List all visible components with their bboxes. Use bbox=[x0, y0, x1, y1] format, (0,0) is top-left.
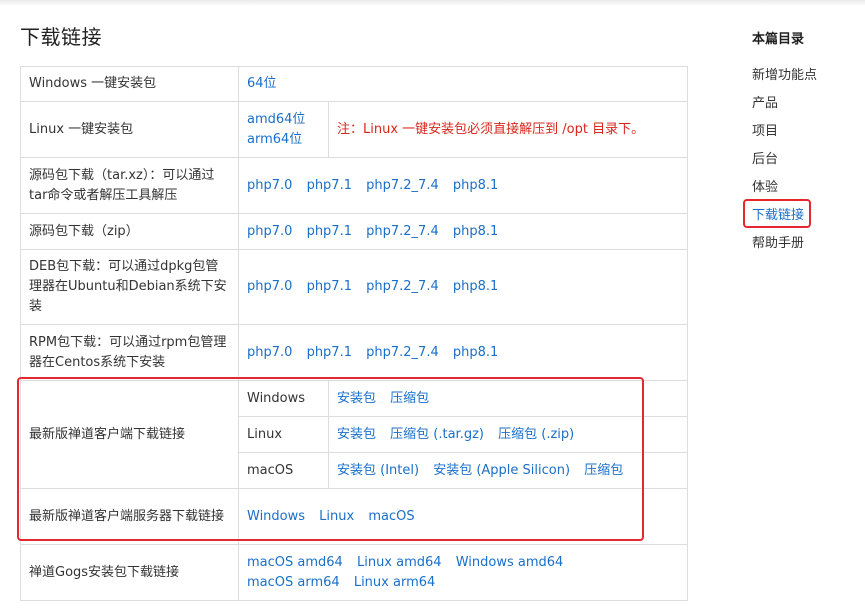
gogs-linux-arm64-link[interactable]: Linux arm64 bbox=[354, 575, 435, 590]
table-row: Windows 一键安装包 64位 bbox=[20, 66, 688, 102]
client-macos-intel-link[interactable]: 安装包 (Intel) bbox=[337, 463, 419, 478]
source-zip-php70-link[interactable]: php7.0 bbox=[247, 224, 292, 239]
download-table: Windows 一键安装包 64位 Linux 一键安装包 amd64位 arm… bbox=[20, 66, 688, 601]
table-row: 最新版禅道客户端下载链接 Windows 安装包 压缩包 bbox=[20, 380, 688, 489]
link-cell: 安装包 (Intel) 安装包 (Apple Silicon) 压缩包 bbox=[328, 452, 688, 489]
row-label: 源码包下载（tar.xz）：可以通过tar命令或者解压工具解压 bbox=[20, 157, 239, 214]
row-label: 最新版禅道客户端服务器下载链接 bbox=[20, 488, 239, 545]
client-server-windows-link[interactable]: Windows bbox=[247, 509, 305, 524]
deb-php72-74-link[interactable]: php7.2_7.4 bbox=[366, 279, 439, 294]
toc-item-product[interactable]: 产品 bbox=[744, 90, 859, 118]
table-row: 源码包下载（zip） php7.0 php7.1 php7.2_7.4 php8… bbox=[20, 213, 688, 250]
toc-title: 本篇目录 bbox=[752, 32, 805, 47]
client-server-macos-link[interactable]: macOS bbox=[368, 509, 414, 524]
row-label: 源码包下载（zip） bbox=[20, 213, 239, 250]
rpm-php81-link[interactable]: php8.1 bbox=[453, 345, 498, 360]
gogs-macos-amd64-link[interactable]: macOS amd64 bbox=[247, 555, 343, 570]
toc-item-new-features[interactable]: 新增功能点 bbox=[744, 62, 859, 90]
client-linux-installer-link[interactable]: 安装包 bbox=[337, 427, 376, 442]
linux-install-note: 注：Linux 一键安装包必须直接解压到 /opt 目录下。 bbox=[328, 101, 688, 158]
toc-item-help-manual[interactable]: 帮助手册 bbox=[744, 230, 859, 258]
source-tar-php72-74-link[interactable]: php7.2_7.4 bbox=[366, 178, 439, 193]
deb-php71-link[interactable]: php7.1 bbox=[307, 279, 352, 294]
toc-item-admin[interactable]: 后台 bbox=[744, 146, 859, 174]
deb-php70-link[interactable]: php7.0 bbox=[247, 279, 292, 294]
client-server-linux-link[interactable]: Linux bbox=[319, 509, 354, 524]
toc-item-download-links[interactable]: 下载链接 bbox=[744, 202, 859, 230]
link-cell: amd64位 arm64位 bbox=[238, 101, 329, 158]
platform-label: Linux bbox=[238, 416, 329, 453]
client-windows-installer-link[interactable]: 安装包 bbox=[337, 391, 376, 406]
table-row: 源码包下载（tar.xz）：可以通过tar命令或者解压工具解压 php7.0 p… bbox=[20, 157, 688, 214]
table-row: 最新版禅道客户端服务器下载链接 Windows Linux macOS bbox=[20, 488, 688, 545]
toc-item-experience[interactable]: 体验 bbox=[744, 174, 859, 202]
platform-label: Windows bbox=[238, 380, 329, 417]
table-row: 禅道Gogs安装包下载链接 macOS amd64 Linux amd64 Wi… bbox=[20, 544, 688, 601]
rpm-php72-74-link[interactable]: php7.2_7.4 bbox=[366, 345, 439, 360]
client-macos-archive-link[interactable]: 压缩包 bbox=[584, 463, 623, 478]
link-cell: 64位 bbox=[238, 66, 688, 102]
row-label: Windows 一键安装包 bbox=[20, 66, 239, 102]
deb-php81-link[interactable]: php8.1 bbox=[453, 279, 498, 294]
link-cell: php7.0 php7.1 php7.2_7.4 php8.1 bbox=[238, 249, 688, 325]
row-label: Linux 一键安装包 bbox=[20, 101, 239, 158]
source-tar-php71-link[interactable]: php7.1 bbox=[307, 178, 352, 193]
row-label: 最新版禅道客户端下载链接 bbox=[20, 380, 239, 489]
source-zip-php72-74-link[interactable]: php7.2_7.4 bbox=[366, 224, 439, 239]
windows-64-link[interactable]: 64位 bbox=[247, 76, 277, 91]
row-label: 禅道Gogs安装包下载链接 bbox=[20, 544, 239, 601]
link-cell: 安装包 压缩包 (.tar.gz) 压缩包 (.zip) bbox=[328, 416, 688, 453]
row-label: RPM包下载：可以通过rpm包管理器在Centos系统下安装 bbox=[20, 324, 239, 381]
table-of-contents: 本篇目录 新增功能点 产品 项目 后台 体验 下载链接 帮助手册 bbox=[744, 28, 859, 258]
gogs-macos-arm64-link[interactable]: macOS arm64 bbox=[247, 575, 340, 590]
rpm-php71-link[interactable]: php7.1 bbox=[307, 345, 352, 360]
client-linux-targz-link[interactable]: 压缩包 (.tar.gz) bbox=[390, 427, 484, 442]
source-zip-php71-link[interactable]: php7.1 bbox=[307, 224, 352, 239]
gogs-linux-amd64-link[interactable]: Linux amd64 bbox=[357, 555, 442, 570]
link-cell: php7.0 php7.1 php7.2_7.4 php8.1 bbox=[238, 213, 688, 250]
row-label: DEB包下载：可以通过dpkg包管理器在Ubuntu和Debian系统下安装 bbox=[20, 249, 239, 325]
client-macos-apple-silicon-link[interactable]: 安装包 (Apple Silicon) bbox=[433, 463, 570, 478]
link-cell: Windows Linux macOS bbox=[238, 488, 688, 545]
page-title: 下载链接 bbox=[20, 25, 102, 49]
platform-label: macOS bbox=[238, 452, 329, 489]
top-shadow-bar bbox=[0, 0, 865, 6]
linux-arm64-link[interactable]: arm64位 bbox=[247, 130, 320, 150]
link-cell: 安装包 压缩包 bbox=[328, 380, 688, 417]
link-cell: macOS amd64 Linux amd64 Windows amd64 ma… bbox=[238, 544, 688, 601]
source-zip-php81-link[interactable]: php8.1 bbox=[453, 224, 498, 239]
linux-amd64-link[interactable]: amd64位 bbox=[247, 110, 320, 130]
source-tar-php81-link[interactable]: php8.1 bbox=[453, 178, 498, 193]
toc-item-project[interactable]: 项目 bbox=[744, 118, 859, 146]
table-row: Linux 一键安装包 amd64位 arm64位 注：Linux 一键安装包必… bbox=[20, 101, 688, 158]
link-cell: php7.0 php7.1 php7.2_7.4 php8.1 bbox=[238, 324, 688, 381]
table-row: RPM包下载：可以通过rpm包管理器在Centos系统下安装 php7.0 ph… bbox=[20, 324, 688, 381]
table-row: DEB包下载：可以通过dpkg包管理器在Ubuntu和Debian系统下安装 p… bbox=[20, 249, 688, 325]
source-tar-php70-link[interactable]: php7.0 bbox=[247, 178, 292, 193]
client-linux-zip-link[interactable]: 压缩包 (.zip) bbox=[498, 427, 574, 442]
rpm-php70-link[interactable]: php7.0 bbox=[247, 345, 292, 360]
link-cell: php7.0 php7.1 php7.2_7.4 php8.1 bbox=[238, 157, 688, 214]
gogs-windows-amd64-link[interactable]: Windows amd64 bbox=[456, 555, 564, 570]
client-windows-archive-link[interactable]: 压缩包 bbox=[390, 391, 429, 406]
